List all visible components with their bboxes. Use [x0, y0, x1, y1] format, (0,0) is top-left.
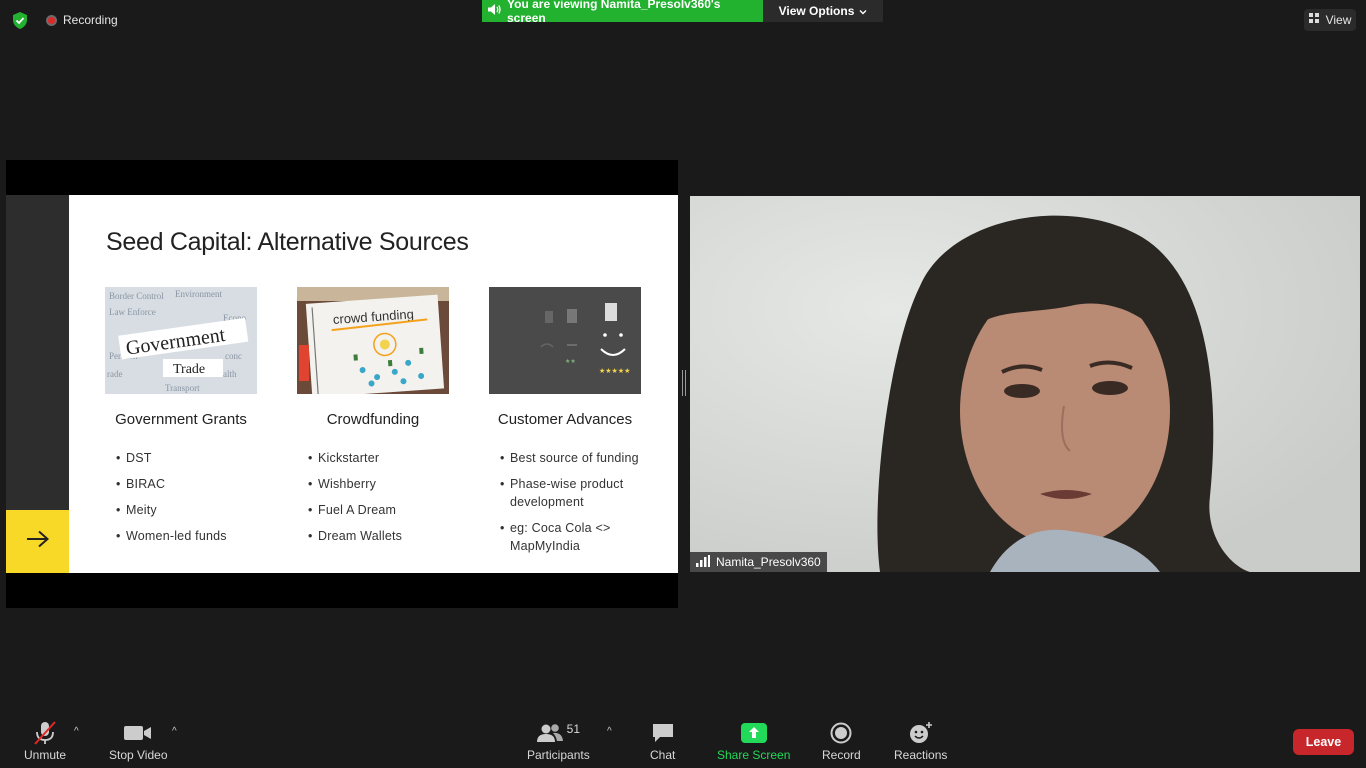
participants-count: 51 [566, 722, 581, 736]
stars-image-word: ★★★★★ [599, 367, 630, 375]
participants-options-caret-icon[interactable]: ^ [607, 726, 612, 737]
slide: Seed Capital: Alternative Sources Border… [69, 195, 678, 573]
list-item: Dream Wallets [308, 527, 449, 545]
share-screen-button[interactable]: Share Screen [717, 720, 790, 762]
panel-resize-handle[interactable] [682, 370, 686, 396]
chat-bubble-icon [651, 720, 675, 746]
view-label: View [1325, 13, 1352, 27]
column-heading: Crowdfunding [326, 411, 420, 428]
svg-text:Environment: Environment [175, 289, 222, 299]
svg-text:rade: rade [107, 369, 123, 379]
reactions-button[interactable]: Reactions [894, 720, 947, 762]
view-options-button[interactable]: View Options [763, 0, 883, 22]
stop-video-button[interactable]: Stop Video [109, 720, 168, 762]
list-item: Fuel A Dream [308, 501, 449, 519]
audio-options-caret-icon[interactable]: ^ [74, 726, 79, 737]
column-heading: Customer Advances [497, 411, 633, 428]
bullet-list: Best source of funding Phase-wise produc… [500, 449, 641, 555]
list-item: Meity [116, 501, 257, 519]
signal-bars-icon [696, 554, 710, 570]
unmute-label: Unmute [24, 748, 67, 762]
participant-video-frame [690, 196, 1360, 572]
grid-icon [1308, 13, 1320, 27]
participant-name-tag: Namita_Presolv360 [690, 552, 827, 572]
slide-accent-box [6, 510, 69, 573]
recording-indicator[interactable]: Recording [46, 13, 118, 27]
list-item: Women-led funds [116, 527, 257, 545]
svg-text:★★: ★★ [565, 358, 576, 365]
share-banner: You are viewing Namita_Presolv360's scre… [482, 0, 883, 25]
unmute-button[interactable]: Unmute [24, 720, 66, 762]
list-item: BIRAC [116, 475, 257, 493]
participant-video[interactable] [690, 196, 1360, 572]
share-screen-label: Share Screen [717, 748, 791, 762]
record-label: Record [822, 748, 861, 762]
svg-text:Transport: Transport [165, 383, 200, 393]
record-icon [830, 720, 852, 746]
viewing-banner-text: You are viewing Namita_Presolv360's scre… [507, 0, 721, 25]
participants-button[interactable]: 51 Participants [527, 720, 590, 762]
share-screen-icon [740, 720, 767, 746]
slide-column-government: Border Control Environment Law Enforce Eco… [105, 287, 257, 553]
chat-button[interactable]: Chat [650, 720, 675, 762]
chevron-down-icon [859, 4, 867, 18]
svg-text:alth: alth [223, 369, 237, 379]
view-button[interactable]: View [1304, 9, 1356, 31]
view-options-label: View Options [778, 4, 855, 18]
security-shield-icon[interactable] [12, 12, 28, 29]
leave-button[interactable]: Leave [1293, 729, 1354, 755]
list-item: Best source of funding [500, 449, 641, 467]
government-image: Border Control Environment Law Enforce Eco… [105, 287, 257, 394]
list-item: Wishberry [308, 475, 449, 493]
list-item: Kickstarter [308, 449, 449, 467]
video-camera-icon [124, 720, 152, 746]
speaker-icon [488, 4, 501, 18]
arrow-right-icon [26, 530, 50, 553]
svg-text:Law Enforce: Law Enforce [109, 307, 156, 317]
slide-column-customer-advances: ★★★★★ ★★ Customer Advances Best source o… [489, 287, 641, 563]
crowdfunding-image: crowd funding [297, 287, 449, 394]
viewing-banner: You are viewing Namita_Presolv360's scre… [482, 0, 763, 25]
recording-label: Recording [63, 13, 118, 27]
video-options-caret-icon[interactable]: ^ [172, 726, 177, 737]
list-item: eg: Coca Cola <> MapMyIndia [500, 519, 641, 555]
bullet-list: DST BIRAC Meity Women-led funds [116, 449, 257, 545]
slide-title: Seed Capital: Alternative Sources [106, 228, 469, 256]
list-item: Phase-wise product development [500, 475, 641, 511]
list-item: DST [116, 449, 257, 467]
svg-text:Border Control: Border Control [109, 291, 164, 301]
chat-label: Chat [650, 748, 676, 762]
bullet-list: Kickstarter Wishberry Fuel A Dream Dream… [308, 449, 449, 545]
record-button[interactable]: Record [822, 720, 861, 762]
recording-dot-icon [46, 14, 57, 26]
reactions-label: Reactions [894, 748, 948, 762]
participants-label: Participants [527, 748, 590, 762]
participants-icon: 51 [536, 720, 581, 746]
slide-column-crowdfunding: crowd funding Crowdfunding • Kickstarter… [297, 287, 449, 553]
stop-video-label: Stop Video [109, 748, 168, 762]
smiley-plus-icon [908, 720, 934, 746]
muted-mic-icon [32, 720, 58, 746]
column-heading: Government Grants [115, 411, 247, 428]
trade-image-word: Trade [173, 362, 205, 377]
customer-advances-image: ★★★★★ ★★ [489, 287, 641, 394]
svg-text:conc: conc [225, 351, 242, 361]
participant-name: Namita_Presolv360 [716, 555, 821, 569]
